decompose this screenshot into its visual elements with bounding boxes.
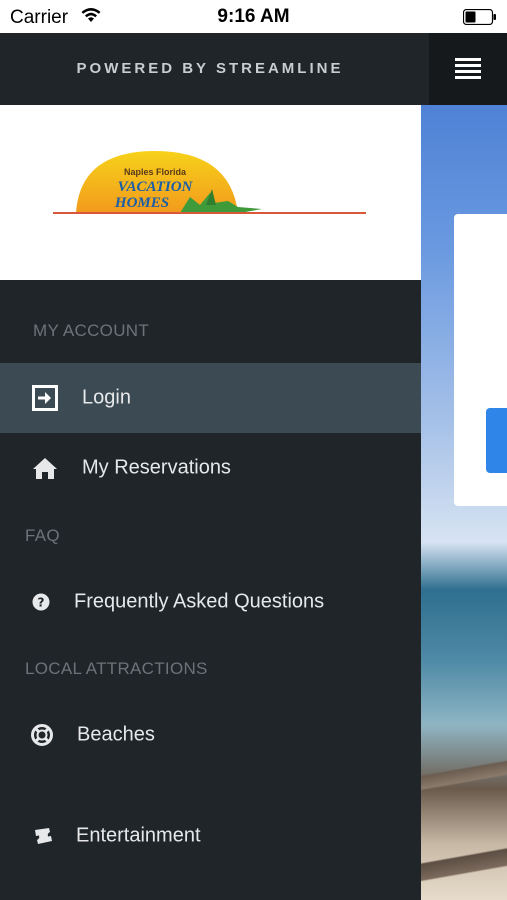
navigation-drawer: Naples Florida VACATION HOMES MY ACCOUNT…: [0, 105, 421, 900]
status-bar: Carrier 9:16 AM: [0, 0, 507, 33]
entertainment-label: Entertainment: [76, 824, 201, 847]
battery-icon: [462, 8, 497, 26]
login-label: Login: [82, 386, 131, 409]
svg-text:?: ?: [38, 596, 45, 610]
ticket-icon: [30, 823, 56, 849]
logo-tagline: Naples Florida: [124, 167, 187, 177]
menu-toggle-button[interactable]: [429, 33, 507, 105]
powered-by-label: POWERED BY STREAMLINE: [76, 60, 344, 77]
vacation-homes-logo: Naples Florida VACATION HOMES: [53, 151, 366, 214]
my-reservations-label: My Reservations: [82, 456, 231, 479]
section-my-account: MY ACCOUNT: [33, 321, 150, 340]
menu-item-login[interactable]: Login: [0, 363, 421, 433]
logo-panel: Naples Florida VACATION HOMES: [0, 105, 421, 280]
menu-item-faq[interactable]: ? Frequently Asked Questions: [0, 567, 421, 637]
section-local-attractions: LOCAL ATTRACTIONS: [25, 659, 208, 678]
question-icon: ?: [28, 589, 54, 615]
home-icon: [32, 455, 58, 481]
menu-item-entertainment[interactable]: Entertainment: [0, 801, 421, 871]
logo-homes: HOMES: [114, 195, 169, 211]
login-icon: [32, 385, 58, 411]
menu-item-beaches[interactable]: Beaches: [0, 700, 421, 770]
menu-item-my-reservations[interactable]: My Reservations: [0, 433, 421, 503]
logo-vacation: VACATION: [118, 179, 194, 195]
faq-label: Frequently Asked Questions: [74, 590, 325, 613]
clock: 9:16 AM: [217, 6, 290, 27]
card-primary-button[interactable]: [486, 408, 507, 473]
section-faq: FAQ: [25, 526, 60, 545]
app-header: POWERED BY STREAMLINE: [0, 33, 507, 105]
hamburger-icon: [455, 58, 481, 79]
beaches-label: Beaches: [77, 723, 155, 746]
boardwalk-railing: [421, 740, 507, 900]
lifebuoy-icon: [29, 722, 55, 748]
